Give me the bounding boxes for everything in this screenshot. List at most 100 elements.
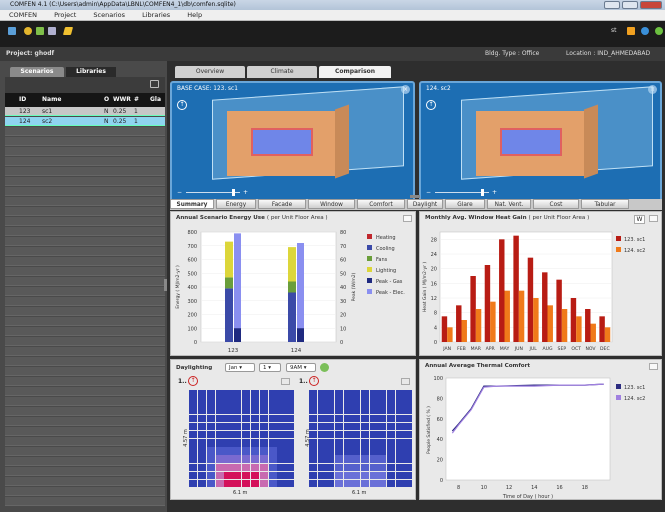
export-icon[interactable] [281, 378, 290, 385]
grid-cell [317, 439, 326, 447]
x-tick-label: 16 [556, 485, 562, 491]
help-icon[interactable] [641, 27, 649, 35]
tab-comparison[interactable]: Comparison [319, 66, 391, 78]
grid-cell [197, 463, 207, 472]
grid-cell [277, 422, 286, 431]
grid-cell [233, 414, 242, 423]
grid-cell [395, 398, 404, 406]
menu-project[interactable]: Project [54, 11, 76, 19]
table-row[interactable]: 123 sc1 N 0.25 1 [5, 107, 165, 116]
empty-row [5, 167, 165, 176]
grid-cell [343, 414, 352, 423]
day-select[interactable]: 1 ▾ [259, 363, 281, 372]
menu-libraries[interactable]: Libraries [142, 11, 170, 19]
tab-overview[interactable]: Overview [175, 66, 245, 78]
grid-cell [395, 471, 404, 480]
col-orientation[interactable]: O [104, 93, 109, 107]
zoom-in-icon[interactable]: + [243, 189, 248, 196]
y-tick-label: 0 [440, 478, 443, 484]
col-wwr[interactable]: WWR [113, 93, 131, 107]
grid-cell [242, 479, 251, 488]
rotate-icon[interactable]: ↑ [426, 100, 436, 110]
time-select[interactable]: 9AM ▾ [286, 363, 316, 372]
open-icon[interactable] [24, 27, 32, 35]
legend-swatch [367, 289, 372, 294]
grid-cell [233, 398, 242, 406]
export-icon[interactable] [649, 363, 658, 370]
lightning-icon[interactable] [62, 27, 74, 35]
copy-icon[interactable] [48, 27, 56, 35]
tab-cost[interactable]: Cost [533, 199, 579, 209]
grid-cell [343, 398, 352, 406]
col-count[interactable]: # [134, 93, 139, 107]
grid-cell [197, 390, 207, 398]
grid-cell [268, 463, 277, 472]
x-tick-label: 124 [291, 348, 302, 354]
tab-energy[interactable]: Energy [216, 199, 256, 209]
new-icon[interactable] [8, 27, 16, 35]
tab-scenarios[interactable]: Scenarios [10, 67, 64, 77]
y-axis-label: People Satisfied ( % ) [426, 406, 432, 454]
tab-summary[interactable]: Summary [170, 199, 214, 209]
menu-help[interactable]: Help [187, 11, 202, 19]
minimize-button[interactable] [604, 1, 620, 9]
tools-icon[interactable] [627, 27, 635, 35]
splitter-handle[interactable] [410, 195, 420, 198]
grid-cell [189, 414, 198, 423]
export-icon[interactable] [401, 378, 410, 385]
table-row[interactable]: 124 sc2 N 0.25 1 [5, 117, 165, 126]
grid-cell [189, 398, 198, 406]
bar-lighting [288, 247, 296, 282]
grid-cell [387, 455, 396, 463]
grid-cell [309, 414, 318, 423]
month-select[interactable]: Jan ▾ [225, 363, 255, 372]
grid-cell [242, 471, 251, 480]
bar-124-sc2 [590, 323, 596, 342]
grid-cell [189, 463, 198, 472]
dim-y: 4.57 m [304, 429, 311, 447]
close-button[interactable] [640, 1, 662, 9]
tab-libraries[interactable]: Libraries [66, 67, 116, 77]
legend-swatch [367, 245, 372, 250]
tab-daylight[interactable]: Daylight [407, 199, 443, 209]
refresh-icon[interactable] [655, 27, 663, 35]
y-tick-label: 300 [187, 299, 197, 305]
columns-icon[interactable] [150, 80, 159, 88]
base-case-view[interactable]: BASE CASE: 123. sc1 × ↑ − + [170, 81, 415, 206]
zoom-out-icon[interactable]: − [177, 189, 182, 196]
compare-view[interactable]: 124. sc2 × ↑ − + [419, 81, 662, 206]
rotate-icon[interactable]: ↑ [177, 100, 187, 110]
tab-glare[interactable]: Glare [445, 199, 485, 209]
grid-cell [286, 398, 295, 406]
col-id[interactable]: ID [19, 93, 26, 107]
bar-peak-elec [297, 243, 304, 342]
tab-nat-vent[interactable]: Nat. Vent. [487, 199, 531, 209]
tab-window[interactable]: Window [308, 199, 355, 209]
grid-cell [250, 439, 260, 447]
col-name[interactable]: Name [42, 93, 61, 107]
grid-cell [268, 471, 277, 480]
col-glazing[interactable]: Gla [150, 93, 161, 107]
export-icon[interactable] [649, 215, 658, 222]
play-icon[interactable] [320, 363, 329, 372]
maximize-button[interactable] [622, 1, 638, 9]
export-icon[interactable] [403, 215, 412, 222]
zoom-slider-thumb[interactable] [481, 189, 484, 196]
tab-comfort[interactable]: Comfort [357, 199, 405, 209]
grid-cell [361, 439, 370, 447]
zoom-out-icon[interactable]: − [426, 189, 431, 196]
units-button[interactable]: W [634, 215, 645, 224]
grid-cell [404, 463, 413, 472]
empty-row [5, 377, 165, 386]
menu-scenarios[interactable]: Scenarios [93, 11, 125, 19]
empty-row [5, 287, 165, 296]
menu-comfen[interactable]: COMFEN [9, 11, 37, 19]
zoom-in-icon[interactable]: + [492, 189, 497, 196]
tab-facade[interactable]: Facade [258, 199, 306, 209]
save-icon[interactable] [36, 27, 44, 35]
grid-cell [233, 390, 242, 398]
tab-tabular[interactable]: Tabular [581, 199, 629, 209]
grid-cell [277, 463, 286, 472]
zoom-slider-thumb[interactable] [232, 189, 235, 196]
tab-climate[interactable]: Climate [247, 66, 317, 78]
